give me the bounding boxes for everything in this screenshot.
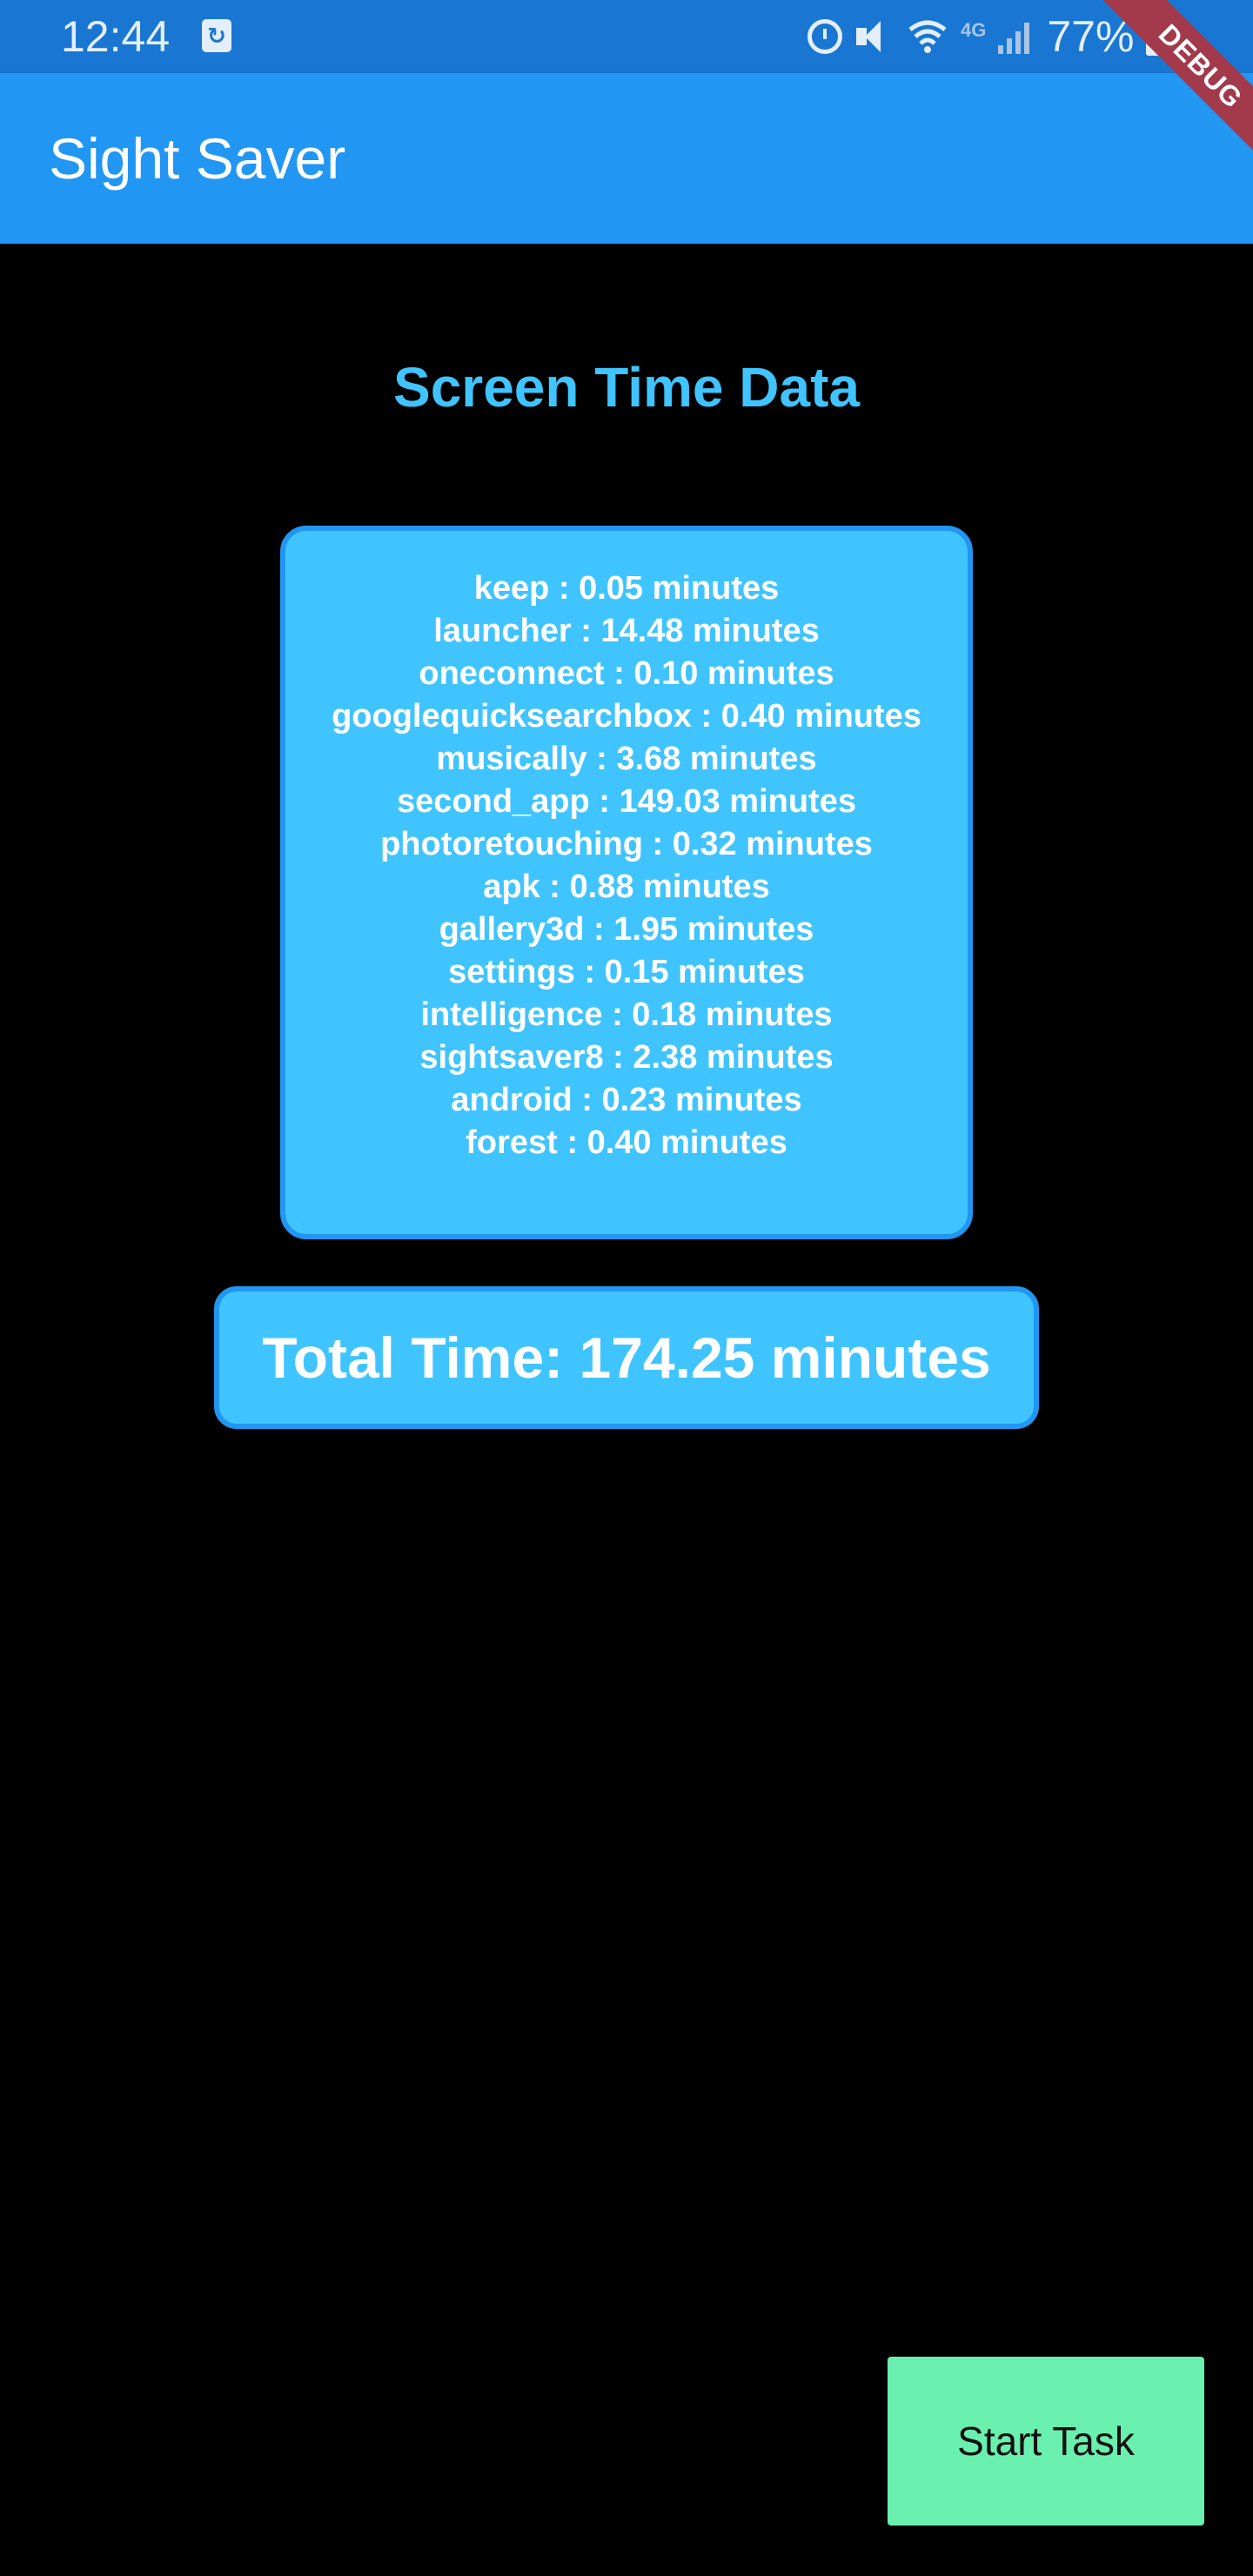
usage-item-oneconnect: oneconnect : 0.10 minutes — [419, 655, 834, 692]
screen-time-list: keep : 0.05 minutes launcher : 14.48 min… — [280, 526, 973, 1239]
usage-item-apk: apk : 0.88 minutes — [483, 869, 770, 905]
sync-icon: ↻ — [202, 19, 231, 52]
status-bar: 12:44 ↻ 4G 77% — [0, 0, 1253, 73]
usage-item-sightsaver8: sightsaver8 : 2.38 minutes — [419, 1039, 834, 1076]
alarm-icon — [807, 19, 842, 54]
usage-item-musically: musically : 3.68 minutes — [436, 741, 817, 777]
usage-item-intelligence: intelligence : 0.18 minutes — [420, 996, 833, 1033]
usage-item-gallery3d: gallery3d : 1.95 minutes — [439, 911, 814, 948]
usage-item-forest: forest : 0.40 minutes — [466, 1124, 787, 1161]
usage-item-googlequicksearchbox: googlequicksearchbox : 0.40 minutes — [332, 698, 921, 735]
start-task-button[interactable]: Start Task — [888, 2357, 1204, 2526]
total-time-display: Total Time: 174.25 minutes — [214, 1286, 1039, 1429]
usage-item-keep: keep : 0.05 minutes — [473, 570, 780, 607]
app-title: Sight Saver — [49, 126, 346, 191]
usage-item-launcher: launcher : 14.48 minutes — [433, 613, 820, 649]
signal-icon — [998, 19, 1035, 54]
usage-item-settings: settings : 0.15 minutes — [448, 954, 805, 990]
status-time: 12:44 — [61, 12, 171, 61]
wifi-icon — [907, 17, 948, 56]
usage-item-android: android : 0.23 minutes — [451, 1082, 802, 1118]
page-title: Screen Time Data — [393, 356, 860, 419]
usage-item-photoretouching: photoretouching : 0.32 minutes — [380, 826, 873, 862]
network-type-label: 4G — [961, 19, 987, 41]
status-icons: 4G 77% — [807, 10, 1169, 63]
mute-icon — [854, 17, 895, 56]
app-bar: Sight Saver — [0, 73, 1253, 244]
usage-item-second-app: second_app : 149.03 minutes — [397, 783, 856, 820]
